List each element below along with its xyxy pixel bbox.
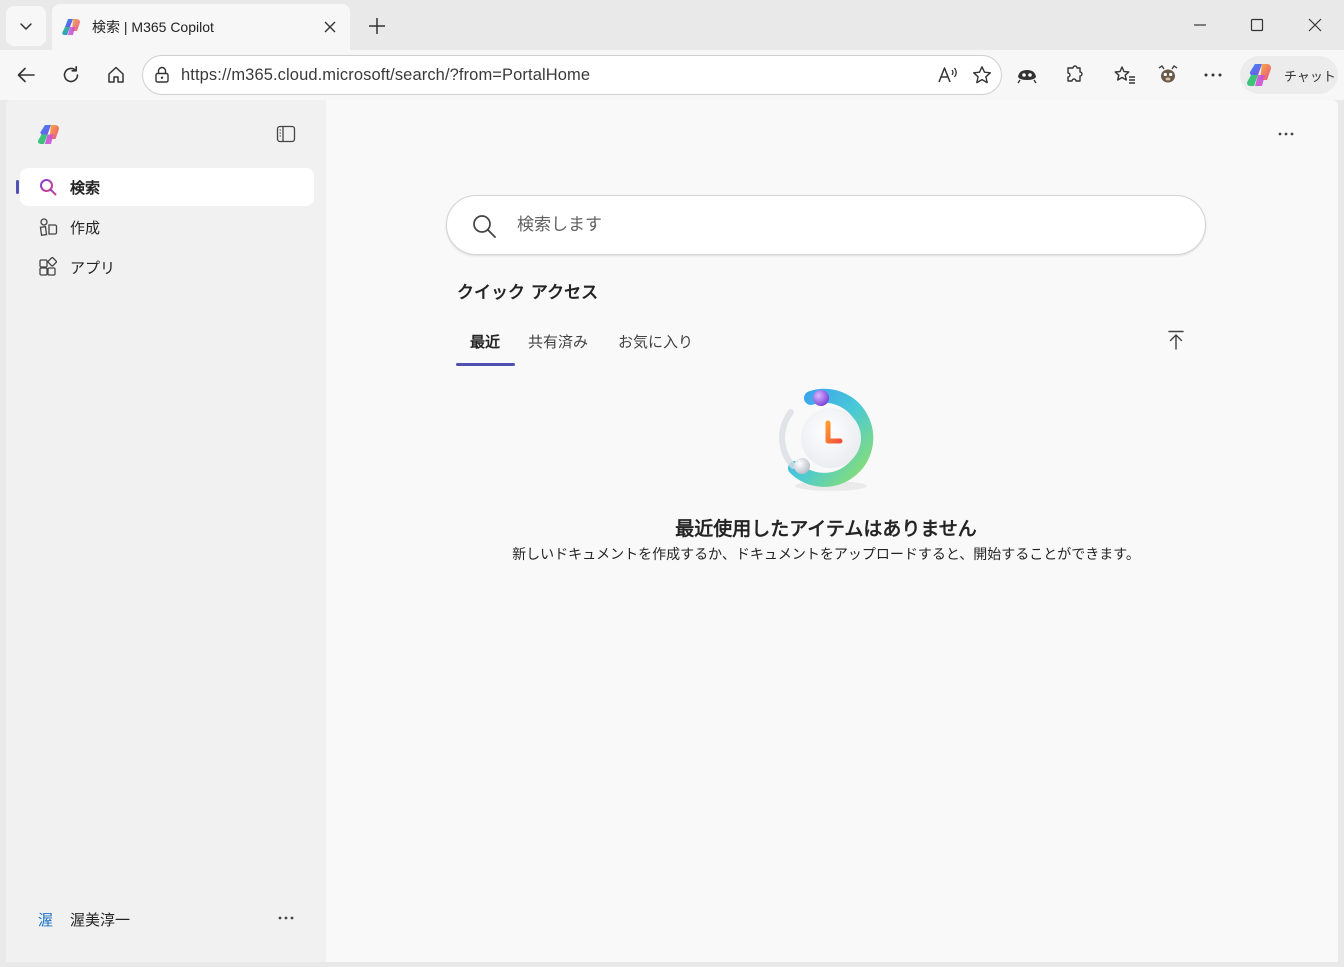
read-aloud-button[interactable] [933,60,963,90]
sidebar-item-label: アプリ [70,259,116,277]
more-options-icon[interactable] [1272,122,1300,146]
window-close-icon [1308,18,1322,32]
new-tab-button[interactable] [360,9,394,43]
recent-clock-illustration [771,382,883,494]
user-name: 渥美淳一 [70,911,131,929]
favorite-button[interactable] [967,60,997,90]
minimize-button[interactable] [1185,10,1215,40]
favorites-icon [1114,65,1136,85]
user-profile-row[interactable]: 渥 渥美淳一 [20,900,314,936]
address-url: https://m365.cloud.microsoft/search/?fro… [181,66,591,84]
minimize-icon [1193,18,1207,32]
browser-tab-strip: 検索 | M365 Copilot [0,0,1344,50]
search-input[interactable] [517,210,1157,240]
empty-state-subtitle: 新しいドキュメントを作成するか、ドキュメントをアップロードすると、開始することが… [512,547,1140,563]
sidebar-toggle-icon[interactable] [274,124,298,144]
extension-button[interactable] [1012,60,1042,90]
sidebar-item-create[interactable]: 作成 [20,208,314,246]
copilot-chat-button[interactable]: チャット [1240,56,1338,94]
home-button[interactable] [101,60,131,90]
upload-icon[interactable] [1164,328,1188,352]
profile-button[interactable] [1153,60,1183,90]
tab-actions-menu-button[interactable] [6,6,46,46]
page-content: 検索 作成 アプリ 渥 渥美淳一 クイ [6,100,1338,962]
maximize-icon [1250,18,1264,32]
address-bar[interactable]: https://m365.cloud.microsoft/search/?fro… [142,55,1002,95]
extension-icon [1016,65,1038,85]
maximize-button[interactable] [1242,10,1272,40]
tab-title: 検索 | M365 Copilot [92,19,214,35]
chevron-down-icon [18,18,34,34]
search-icon [471,213,497,239]
active-indicator [16,180,19,194]
back-icon [16,65,36,85]
refresh-button[interactable] [56,60,86,90]
more-icon [1204,72,1222,78]
home-icon [106,65,126,85]
copilot-favicon [62,17,82,37]
tab-shared[interactable]: 共有済み [514,326,606,366]
tab-label: お気に入り [618,333,694,351]
tab-label: 共有済み [528,333,589,351]
favorites-button[interactable] [1110,60,1140,90]
browser-more-button[interactable] [1198,60,1228,90]
tab-favorites[interactable]: お気に入り [604,326,712,366]
m365-copilot-logo[interactable] [38,124,62,146]
avatar: 渥 [38,911,54,929]
tab-recent[interactable]: 最近 [456,326,515,366]
read-aloud-icon [937,65,959,85]
profile-icon [1156,64,1180,86]
puzzle-icon [1063,65,1083,85]
active-tab-underline [456,363,515,366]
copilot-chat-label: チャット [1284,70,1336,85]
create-icon [38,217,58,237]
favorite-star-icon [972,65,992,85]
copilot-icon [1247,62,1275,88]
close-icon[interactable] [320,17,340,37]
browser-toolbar: https://m365.cloud.microsoft/search/?fro… [0,50,1344,100]
refresh-icon [61,65,81,85]
plus-icon [368,17,386,35]
back-button[interactable] [11,60,41,90]
quick-access-title: クイック アクセス [457,283,599,303]
sidebar-item-apps[interactable]: アプリ [20,248,314,286]
site-info-icon[interactable] [153,66,171,84]
tab-label: 最近 [470,333,501,351]
extensions-menu-button[interactable] [1058,60,1088,90]
sidebar-item-search[interactable]: 検索 [16,168,314,206]
browser-tab[interactable]: 検索 | M365 Copilot [52,4,350,50]
window-close-button[interactable] [1300,10,1330,40]
sidebar-item-label: 作成 [70,219,101,237]
more-icon[interactable] [274,906,298,930]
apps-icon [38,257,58,277]
empty-state-title: 最近使用したアイテムはありません [675,518,977,540]
sidebar-item-label: 検索 [70,179,101,197]
search-box[interactable] [446,195,1206,255]
search-icon [38,177,58,197]
